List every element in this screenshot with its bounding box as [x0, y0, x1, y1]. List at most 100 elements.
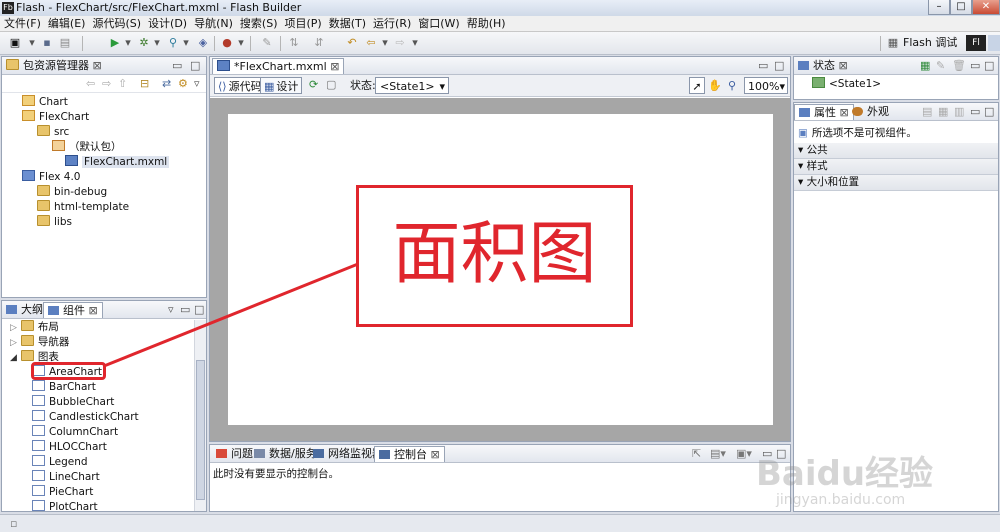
menu-project[interactable]: 项目(P) [281, 16, 325, 31]
tab-properties[interactable]: 属性 ⊠ [794, 104, 854, 120]
close-icon[interactable]: ⊠ [431, 448, 440, 461]
perspective-debug-label[interactable]: Flash 调试 [903, 36, 957, 50]
save-icon[interactable]: ▪ [40, 36, 54, 50]
state-item[interactable]: <State1> [812, 77, 881, 92]
source-mode-button[interactable]: ⟨⟩ 源代码 [214, 77, 266, 94]
component-barchart[interactable]: BarChart [10, 380, 190, 395]
close-icon[interactable]: ⊠ [839, 59, 848, 72]
minimize-icon[interactable]: ▭ [970, 105, 980, 118]
profile-dropdown-icon[interactable]: ▾ [179, 36, 193, 50]
last-edit-icon[interactable]: ↶ [345, 36, 359, 50]
tree-item-flex-sdk[interactable]: Flex 4.0 [8, 170, 204, 185]
states-tab[interactable]: 状态 ⊠ [794, 58, 852, 74]
menu-navigate[interactable]: 导航(N) [190, 16, 236, 31]
tab-components[interactable]: 组件 ⊠ [43, 302, 103, 318]
menu-data[interactable]: 数据(T) [325, 16, 369, 31]
category-view-icon[interactable]: ▦ [938, 105, 948, 118]
new-state-icon[interactable]: ▦ [920, 59, 930, 72]
scrollbar-thumb[interactable] [196, 360, 205, 500]
profile-icon[interactable]: ⚲ [166, 36, 180, 50]
tree-item-flexchart[interactable]: FlexChart [8, 110, 204, 125]
close-icon[interactable]: ⊠ [330, 60, 339, 73]
fast-view-icon[interactable]: ▫ [10, 517, 17, 530]
back-dropdown-icon[interactable]: ▾ [378, 36, 392, 50]
zoom-mode-icon[interactable]: ⚲ [724, 77, 740, 94]
maximize-icon[interactable]: □ [774, 59, 784, 72]
link-editor-icon[interactable]: ⇄ [162, 77, 171, 90]
component-piechart[interactable]: PieChart [10, 485, 190, 500]
component-hlocchart[interactable]: HLOCChart [10, 440, 190, 455]
alphabetical-view-icon[interactable]: ▥ [954, 105, 964, 118]
perspective-switcher[interactable] [988, 35, 1000, 51]
close-icon[interactable]: ⊠ [89, 304, 98, 317]
pan-mode-icon[interactable]: ✋ [707, 77, 723, 94]
menu-file[interactable]: 文件(F) [0, 16, 44, 31]
pin-console-icon[interactable]: ⇱ [692, 447, 701, 460]
annotation-icon[interactable]: ⇅ [287, 36, 301, 50]
tree-folder-layout[interactable]: ▷ 布局 [10, 320, 190, 335]
refresh-icon[interactable]: ⟳ [309, 78, 318, 91]
menu-search[interactable]: 搜索(S) [236, 16, 281, 31]
print-icon[interactable]: ▤ [58, 36, 72, 50]
component-legend[interactable]: Legend [10, 455, 190, 470]
back-icon[interactable]: ⇦ [364, 36, 378, 50]
collapse-arrow-icon[interactable]: ◢ [10, 353, 17, 363]
maximize-icon[interactable]: □ [984, 105, 994, 118]
edit-state-icon[interactable]: ✎ [936, 59, 945, 72]
menu-help[interactable]: 帮助(H) [463, 16, 509, 31]
component-bubblechart[interactable]: BubbleChart [10, 395, 190, 410]
component-plotchart[interactable]: PlotChart [10, 500, 190, 515]
zoom-select[interactable]: 100% ▾ [744, 77, 788, 94]
maximize-icon[interactable]: □ [194, 303, 204, 316]
menu-window[interactable]: 窗口(W) [414, 16, 462, 31]
expand-arrow-icon[interactable]: ▷ [10, 338, 17, 348]
section-size-position[interactable]: ▾ 大小和位置 [794, 175, 998, 191]
tab-outline[interactable]: 大纲 [2, 302, 47, 318]
maximize-button[interactable]: □ [950, 0, 972, 15]
tree-item-src[interactable]: src [8, 125, 204, 140]
components-scrollbar[interactable] [194, 320, 206, 511]
tab-console[interactable]: 控制台 ⊠ [374, 446, 445, 462]
back-icon[interactable]: ⇦ [86, 77, 95, 90]
debug-dropdown-icon[interactable]: ▾ [150, 36, 164, 50]
forward-icon[interactable]: ⇨ [393, 36, 407, 50]
select-mode-icon[interactable]: ➚ [689, 77, 705, 94]
menu-run[interactable]: 运行(R) [369, 16, 414, 31]
design-mode-button[interactable]: ▦ 设计 [260, 77, 303, 94]
maximize-icon[interactable]: □ [984, 59, 994, 72]
tree-item-libs[interactable]: libs [8, 215, 204, 230]
display-console-icon[interactable]: ▤▾ [710, 447, 726, 460]
expand-arrow-icon[interactable]: ▷ [10, 323, 17, 333]
collapse-all-icon[interactable]: ⊟ [140, 77, 149, 90]
package-explorer-tab[interactable]: 包资源管理器 ⊠ [2, 58, 106, 74]
minimize-icon[interactable]: ▭ [180, 303, 190, 316]
maximize-icon[interactable]: □ [190, 59, 200, 72]
next-annotation-icon[interactable]: ⇵ [312, 36, 326, 50]
tree-item-chart[interactable]: Chart [8, 95, 204, 110]
open-perspective-icon[interactable]: ▦ [886, 36, 900, 50]
perspective-badge[interactable]: Fl [966, 35, 986, 51]
show-surroundings-icon[interactable]: ▢ [326, 78, 336, 91]
close-icon[interactable]: ⊠ [93, 59, 102, 72]
component-candlestickchart[interactable]: CandlestickChart [10, 410, 190, 425]
component-columnchart[interactable]: ColumnChart [10, 425, 190, 440]
tree-item-default-package[interactable]: （默认包） [8, 140, 204, 155]
menu-design[interactable]: 设计(D) [144, 16, 190, 31]
section-common[interactable]: ▾ 公共 [794, 143, 998, 159]
tree-folder-navigators[interactable]: ▷ 导航器 [10, 335, 190, 350]
delete-state-icon[interactable]: 🗑 [952, 59, 966, 72]
tree-item-html-template[interactable]: html-template [8, 200, 204, 215]
new-icon[interactable]: ▣ [8, 36, 22, 50]
minimize-icon[interactable]: ▭ [172, 59, 182, 72]
export-icon[interactable]: ◈ [196, 36, 210, 50]
run-icon[interactable]: ▶ [108, 36, 122, 50]
component-linechart[interactable]: LineChart [10, 470, 190, 485]
forward-icon[interactable]: ⇨ [102, 77, 111, 90]
dropdown-icon[interactable]: ▿ [168, 303, 174, 316]
minimize-icon[interactable]: ▭ [970, 59, 980, 72]
minimize-icon[interactable]: ▭ [758, 59, 768, 72]
close-button[interactable]: ✕ [972, 0, 1000, 15]
section-style[interactable]: ▾ 样式 [794, 159, 998, 175]
menu-source[interactable]: 源代码(S) [88, 16, 144, 31]
dropdown-icon[interactable]: ▾ [25, 36, 39, 50]
